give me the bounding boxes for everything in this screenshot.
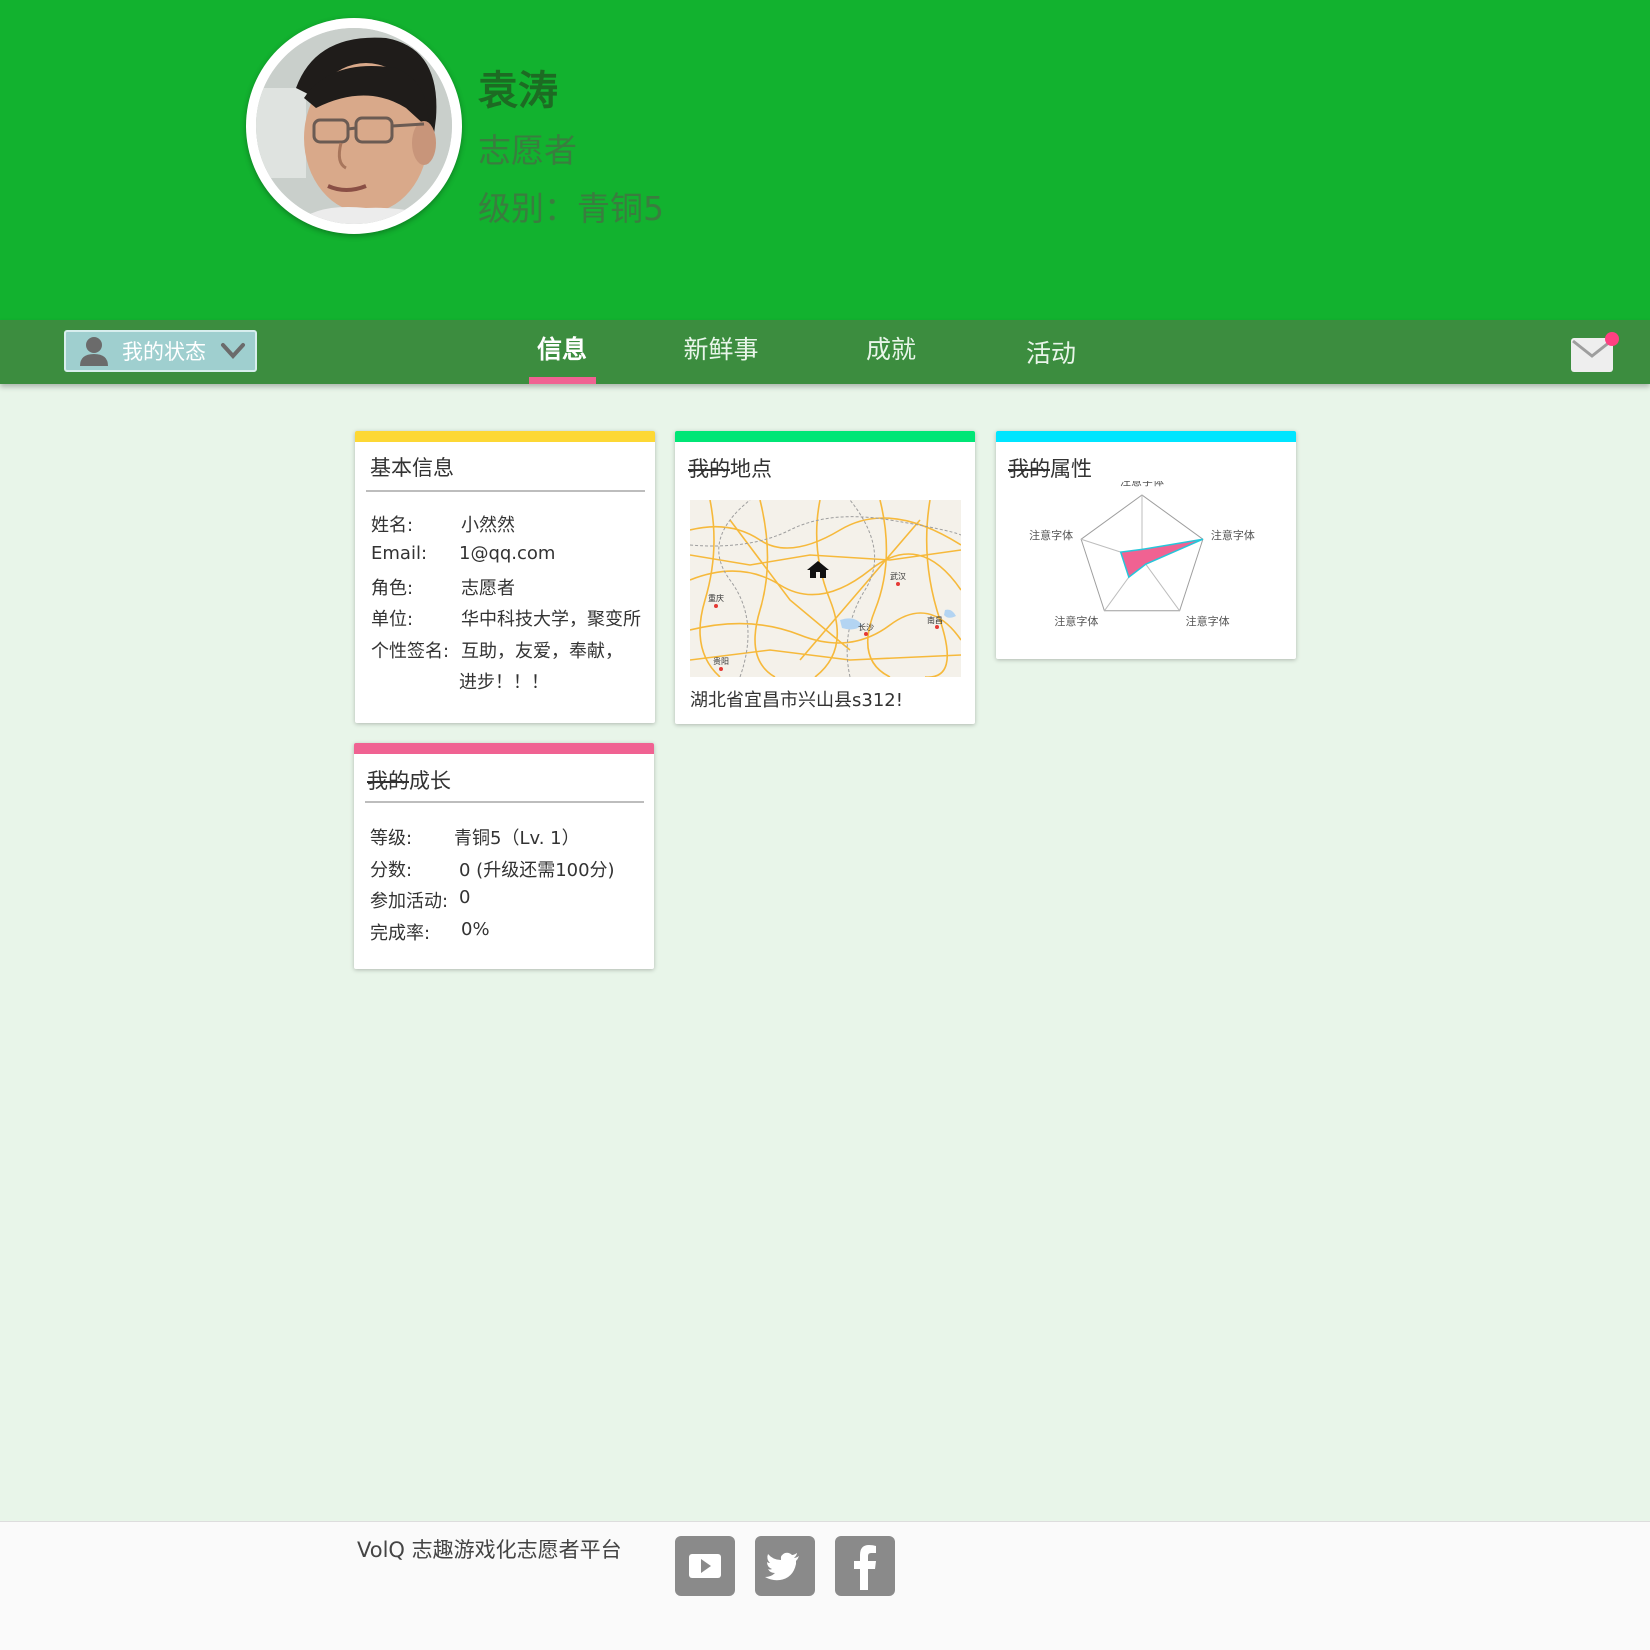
facebook-button[interactable] xyxy=(835,1536,895,1596)
tab-news[interactable]: 新鲜事 xyxy=(680,330,762,384)
info-row: 角色: xyxy=(371,578,414,599)
location-card: 我的地点 武汉 重庆 长沙 南昌 贵阳 湖北省宜昌市兴山县s312! xyxy=(675,431,975,724)
growth-label: 参加活动: xyxy=(370,891,449,912)
youtube-icon xyxy=(689,1554,721,1578)
card-title: 我的地点 xyxy=(688,457,772,481)
map-label: 南昌 xyxy=(927,615,943,625)
growth-value: 0 (升级还需100分) xyxy=(459,860,615,881)
person-icon xyxy=(80,337,108,366)
attributes-card: 我的属性 注意字体 注意字体 注意字体 注意字体 注意字体 xyxy=(996,431,1296,659)
radar-axis-label: 注意字体 xyxy=(1211,528,1255,542)
chevron-down-icon xyxy=(221,343,245,359)
map-label: 长沙 xyxy=(858,622,874,632)
card-title: 基本信息 xyxy=(370,456,454,480)
profile-role: 志愿者 xyxy=(478,131,577,170)
attributes-radar-chart: 注意字体注意字体注意字体注意字体注意字体 xyxy=(1029,481,1255,628)
radar-axis-label: 注意字体 xyxy=(1029,528,1073,542)
info-row: 单位: xyxy=(371,609,414,630)
map-label: 贵阳 xyxy=(713,656,729,666)
growth-value: 0 xyxy=(459,887,471,908)
status-dropdown[interactable]: 我的状态 xyxy=(64,330,257,372)
status-label: 我的状态 xyxy=(122,340,206,364)
twitter-button[interactable] xyxy=(755,1536,815,1596)
profile-name: 袁涛 xyxy=(478,68,558,114)
tab-activities[interactable]: 活动 xyxy=(1022,334,1080,388)
info-value: 1@qq.com xyxy=(459,543,556,564)
map-label: 重庆 xyxy=(708,593,724,603)
radar-axis-label: 注意字体 xyxy=(1120,481,1164,488)
basic-info-card: 基本信息 姓名: 小然然 Email: 1@qq.com 角色: 志愿者 单位:… xyxy=(355,431,655,723)
profile-level: 级别：青铜5 xyxy=(478,189,664,228)
tab-achievements[interactable]: 成就 xyxy=(862,330,920,384)
growth-value: 青铜5（Lv. 1） xyxy=(454,828,580,849)
card-accent-bar xyxy=(675,431,975,442)
card-title: 我的成长 xyxy=(367,769,451,793)
youtube-button[interactable] xyxy=(675,1536,735,1596)
profile-header: 袁涛 志愿者 级别：青铜5 xyxy=(0,0,1650,320)
nav-bar: 我的状态 信息 新鲜事 成就 活动 xyxy=(0,320,1650,384)
avatar-photo xyxy=(256,28,452,224)
radar-series xyxy=(1119,538,1204,579)
growth-value: 0% xyxy=(461,919,490,940)
divider xyxy=(365,801,644,803)
card-title: 我的属性 xyxy=(1008,457,1092,481)
card-accent-bar xyxy=(996,431,1296,442)
info-value: 志愿者 xyxy=(461,578,515,599)
location-map[interactable]: 武汉 重庆 长沙 南昌 贵阳 xyxy=(690,500,961,677)
location-address: 湖北省宜昌市兴山县s312! xyxy=(690,690,903,711)
info-value: 华中科技大学，聚变所 xyxy=(461,609,641,630)
avatar[interactable] xyxy=(256,28,452,224)
growth-label: 完成率: xyxy=(370,923,431,944)
info-value: 小然然 xyxy=(461,515,515,536)
avatar-frame xyxy=(246,18,462,234)
info-row: 姓名: xyxy=(371,515,414,536)
tab-info[interactable]: 信息 xyxy=(530,330,594,384)
radar-axis-label: 注意字体 xyxy=(1054,614,1098,628)
footer-text: VolQ 志趣游戏化志愿者平台 xyxy=(357,1538,622,1562)
twitter-icon xyxy=(765,1552,799,1581)
info-value: 进步！！！ xyxy=(459,672,549,693)
footer: VolQ 志趣游戏化志愿者平台 xyxy=(0,1521,1650,1650)
radar-axis-label: 注意字体 xyxy=(1186,614,1230,628)
growth-label: 等级: xyxy=(370,828,413,849)
facebook-icon xyxy=(854,1545,876,1590)
radar-axis xyxy=(1141,558,1181,612)
info-row: 个性签名: xyxy=(371,641,450,662)
growth-label: 分数: xyxy=(370,860,413,881)
card-accent-bar xyxy=(354,743,654,754)
info-value: 互助，友爱，奉献， xyxy=(461,641,623,662)
info-row: Email: xyxy=(371,543,428,564)
growth-card: 我的成长 等级: 青铜5（Lv. 1） 分数: 0 (升级还需100分) 参加活… xyxy=(354,743,654,969)
divider xyxy=(366,490,645,492)
map-label: 武汉 xyxy=(890,571,906,581)
card-accent-bar xyxy=(355,431,655,442)
notification-dot xyxy=(1605,332,1619,346)
active-tab-indicator xyxy=(529,377,596,384)
